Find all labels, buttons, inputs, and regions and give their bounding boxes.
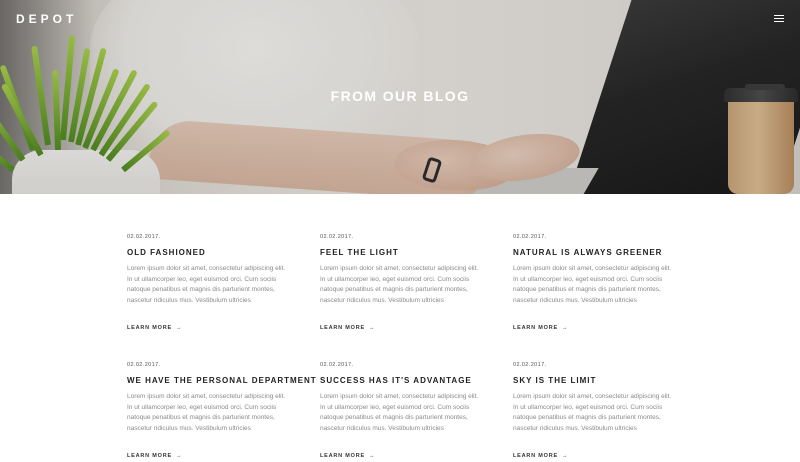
learn-more-link[interactable]: LEARN MORE →	[513, 453, 568, 459]
arrow-right-icon: →	[561, 453, 569, 459]
hamburger-menu-icon[interactable]	[774, 15, 784, 23]
learn-more-label: LEARN MORE	[127, 453, 172, 459]
post-excerpt: Lorem ipsum dolor sit amet, consectetur …	[127, 393, 286, 432]
menu-line	[774, 15, 784, 16]
arrow-right-icon: →	[175, 453, 183, 459]
hero-banner: DEPOT FROM OUR BLOG	[0, 0, 800, 194]
post-excerpt: Lorem ipsum dolor sit amet, consectetur …	[320, 265, 479, 304]
arrow-right-icon: →	[368, 325, 376, 331]
blog-post-grid: 02.02.2017. OLD FASHIONED Lorem ipsum do…	[127, 234, 687, 462]
menu-line	[774, 18, 784, 19]
arrow-right-icon: →	[368, 453, 376, 459]
blog-post-card: 02.02.2017. WE HAVE THE PERSONAL DEPARTM…	[127, 362, 316, 462]
post-title[interactable]: NATURAL IS ALWAYS GREENER	[513, 248, 673, 257]
post-date: 02.02.2017.	[513, 362, 547, 368]
blog-post-card: 02.02.2017. SUCCESS HAS IT'S ADVANTAGE L…	[320, 362, 480, 462]
post-date: 02.02.2017.	[127, 234, 161, 240]
post-title[interactable]: FEEL THE LIGHT	[320, 248, 480, 257]
post-excerpt: Lorem ipsum dolor sit amet, consectetur …	[513, 265, 672, 304]
blog-post-card: 02.02.2017. FEEL THE LIGHT Lorem ipsum d…	[320, 234, 480, 334]
learn-more-label: LEARN MORE	[513, 453, 558, 459]
menu-line	[774, 21, 784, 22]
arrow-right-icon: →	[175, 325, 183, 331]
learn-more-link[interactable]: LEARN MORE →	[127, 453, 182, 459]
learn-more-link[interactable]: LEARN MORE →	[127, 325, 182, 331]
learn-more-label: LEARN MORE	[320, 453, 365, 459]
page-title: FROM OUR BLOG	[330, 88, 470, 104]
post-date: 02.02.2017.	[513, 234, 547, 240]
arrow-right-icon: →	[561, 325, 569, 331]
site-logo[interactable]: DEPOT	[16, 12, 77, 26]
post-title[interactable]: SKY IS THE LIMIT	[513, 376, 673, 385]
post-title[interactable]: SUCCESS HAS IT'S ADVANTAGE	[320, 376, 480, 385]
learn-more-label: LEARN MORE	[513, 325, 558, 331]
post-date: 02.02.2017.	[127, 362, 161, 368]
learn-more-label: LEARN MORE	[320, 325, 365, 331]
post-excerpt: Lorem ipsum dolor sit amet, consectetur …	[320, 393, 479, 432]
learn-more-link[interactable]: LEARN MORE →	[320, 325, 375, 331]
learn-more-link[interactable]: LEARN MORE →	[320, 453, 375, 459]
blog-post-card: 02.02.2017. OLD FASHIONED Lorem ipsum do…	[127, 234, 287, 334]
post-excerpt: Lorem ipsum dolor sit amet, consectetur …	[127, 265, 286, 304]
post-title[interactable]: WE HAVE THE PERSONAL DEPARTMENT	[127, 376, 316, 385]
post-excerpt: Lorem ipsum dolor sit amet, consectetur …	[513, 393, 672, 432]
post-date: 02.02.2017.	[320, 234, 354, 240]
blog-post-card: 02.02.2017. NATURAL IS ALWAYS GREENER Lo…	[513, 234, 673, 334]
blog-post-card: 02.02.2017. SKY IS THE LIMIT Lorem ipsum…	[513, 362, 673, 462]
post-date: 02.02.2017.	[320, 362, 354, 368]
post-title[interactable]: OLD FASHIONED	[127, 248, 287, 257]
learn-more-link[interactable]: LEARN MORE →	[513, 325, 568, 331]
learn-more-label: LEARN MORE	[127, 325, 172, 331]
